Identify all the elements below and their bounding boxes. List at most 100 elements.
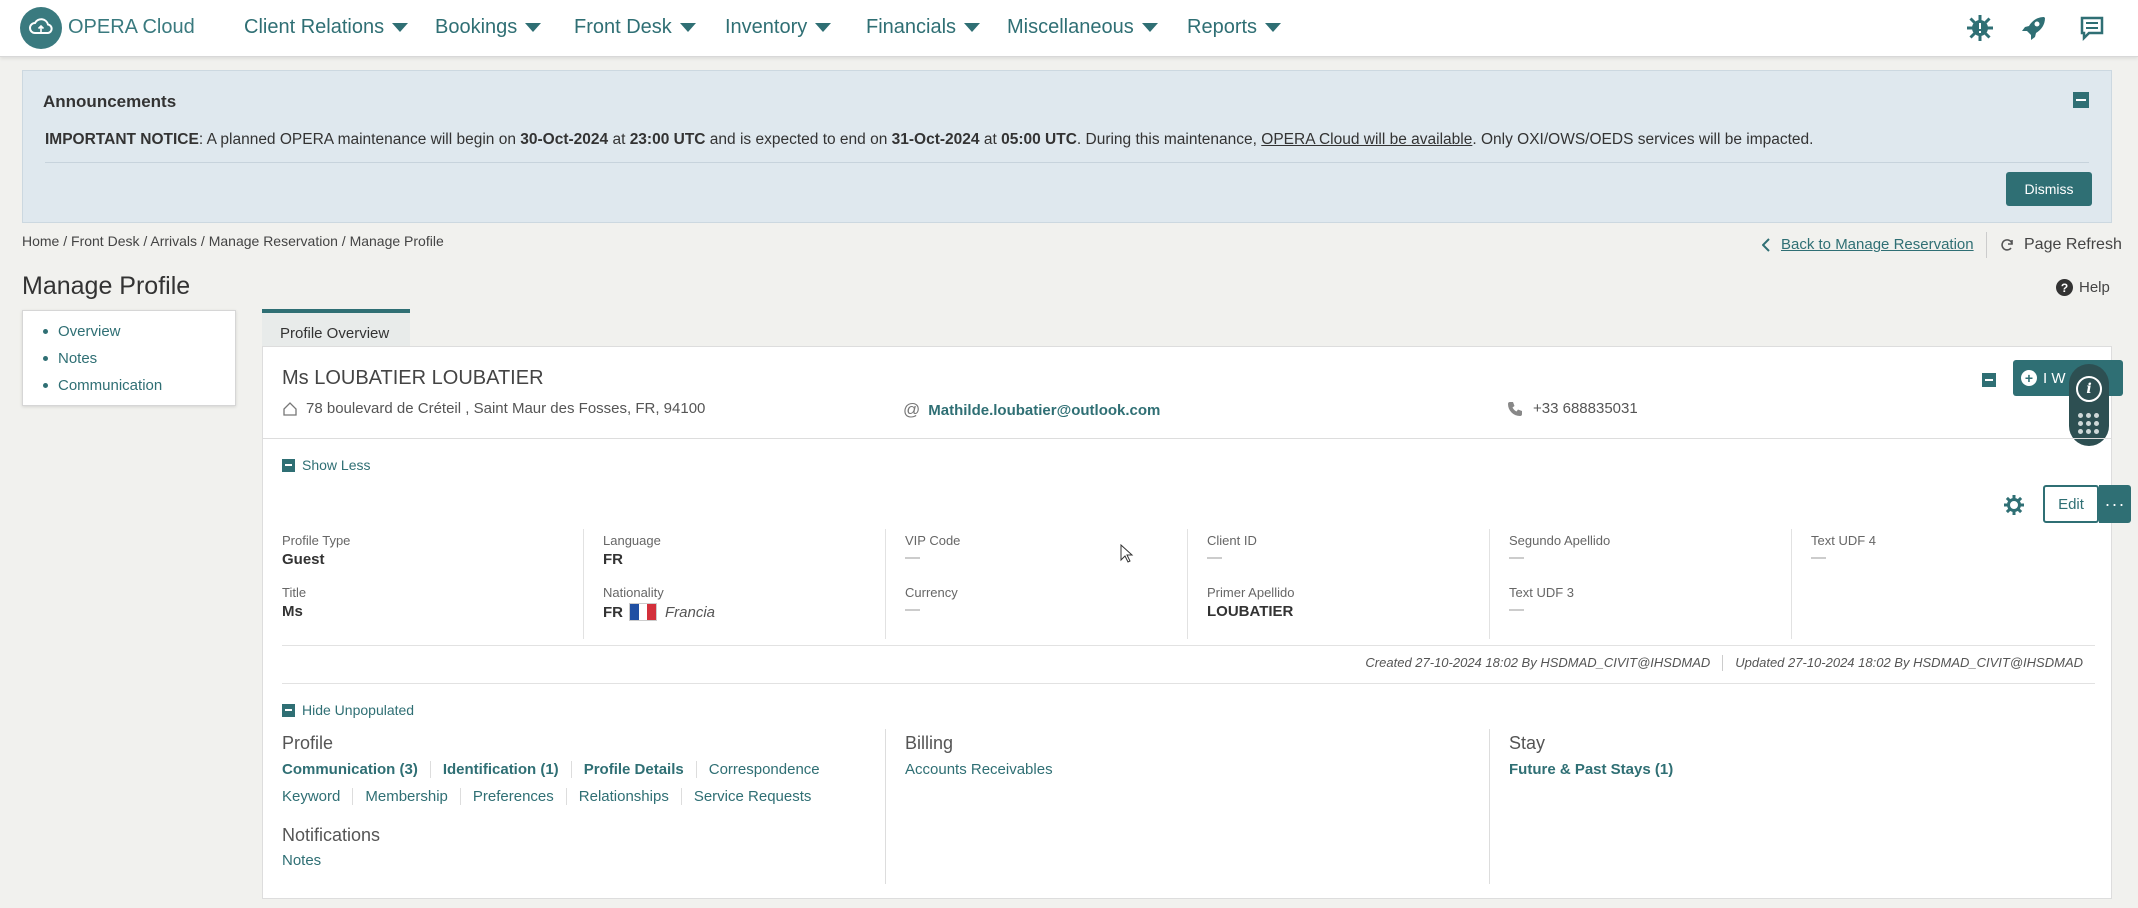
back-link-label: Back to Manage Reservation	[1781, 236, 1974, 253]
nav-inventory[interactable]: Inventory	[725, 16, 832, 39]
sidenav-item-overview[interactable]: Overview	[43, 323, 235, 340]
nav-label: Client Relations	[244, 16, 385, 38]
show-less-toggle[interactable]: Show Less	[282, 457, 370, 473]
created-info: Created 27-10-2024 18:02 By HSDMAD_CIVIT…	[1365, 655, 1711, 670]
link-profile-details[interactable]: Profile Details	[572, 761, 697, 778]
hide-unpopulated-label: Hide Unpopulated	[302, 702, 415, 718]
help-label: Help	[2079, 279, 2110, 296]
nav-financials[interactable]: Financials	[866, 16, 981, 39]
email-text: Mathilde.loubatier@outlook.com	[928, 401, 1161, 419]
link-relationships[interactable]: Relationships	[567, 788, 682, 805]
caret-down-icon	[815, 23, 832, 32]
field-label: Nationality	[603, 585, 664, 600]
field-language: Language FR	[603, 533, 661, 568]
floating-assist-widget[interactable]: i	[2069, 364, 2109, 446]
gear-icon[interactable]	[2003, 494, 2025, 516]
link-correspondence[interactable]: Correspondence	[697, 761, 832, 778]
availability-link[interactable]: OPERA Cloud will be available	[1261, 131, 1472, 148]
collapse-icon[interactable]	[1982, 373, 1996, 387]
address-text: 78 boulevard de Créteil , Saint Maur des…	[306, 400, 706, 417]
at-icon: @	[903, 400, 921, 419]
show-less-label: Show Less	[302, 457, 371, 473]
nav-label: Front Desk	[574, 16, 672, 38]
notice-text: : A planned OPERA maintenance will begin…	[198, 131, 521, 148]
virus-alert-icon[interactable]	[1964, 12, 1996, 44]
billing-links: Accounts Receivables	[905, 761, 1065, 778]
nav-bookings[interactable]: Bookings	[435, 16, 542, 39]
link-identification[interactable]: Identification (1)	[431, 761, 572, 778]
breadcrumb[interactable]: Home / Front Desk / Arrivals / Manage Re…	[22, 233, 444, 249]
phone: +33 688835031	[1507, 400, 1638, 417]
divider	[885, 529, 886, 639]
notice-text: . Only OXI/OWS/OEDS services will be imp…	[1472, 131, 1814, 148]
link-preferences[interactable]: Preferences	[461, 788, 567, 805]
caret-down-icon	[392, 23, 409, 32]
link-membership[interactable]: Membership	[353, 788, 461, 805]
nav-reports[interactable]: Reports	[1187, 16, 1282, 39]
address: 78 boulevard de Créteil , Saint Maur des…	[282, 400, 705, 417]
app-title[interactable]: OPERA Cloud	[68, 16, 195, 39]
sidenav-item-communication[interactable]: Communication	[43, 377, 235, 394]
field-title: Title Ms	[282, 585, 306, 620]
phone-icon	[1508, 401, 1522, 416]
nav-front-desk[interactable]: Front Desk	[574, 16, 696, 39]
field-value: —	[905, 549, 920, 566]
end-date: 31-Oct-2024	[891, 131, 980, 148]
guest-name: Ms LOUBATIER LOUBATIER	[282, 367, 544, 389]
link-accounts-receivables[interactable]: Accounts Receivables	[905, 761, 1065, 778]
section-stay-title: Stay	[1509, 733, 1546, 753]
sidenav-item-notes[interactable]: Notes	[43, 350, 235, 367]
info-icon[interactable]: i	[2076, 375, 2102, 402]
dismiss-button[interactable]: Dismiss	[2006, 172, 2092, 206]
link-notes[interactable]: Notes	[282, 852, 333, 869]
collapse-icon	[282, 458, 295, 472]
help-link[interactable]: ? Help	[2056, 279, 2110, 296]
edit-button[interactable]: Edit	[2043, 485, 2099, 523]
nav-label: Reports	[1187, 16, 1258, 38]
link-future-past-stays[interactable]: Future & Past Stays (1)	[1509, 761, 1685, 778]
notice-text: . During this maintenance,	[1076, 131, 1262, 148]
rocket-icon[interactable]	[2017, 12, 2049, 44]
keypad-icon[interactable]	[2078, 412, 2100, 435]
start-date: 30-Oct-2024	[520, 131, 609, 148]
more-actions-button[interactable]: ···	[2099, 485, 2131, 523]
field-value: —	[1509, 601, 1524, 618]
divider	[263, 438, 2111, 439]
nav-miscellaneous[interactable]: Miscellaneous	[1007, 16, 1158, 39]
nationality-country: Francia	[665, 603, 716, 621]
field-value: Ms	[282, 603, 303, 620]
divider	[1187, 529, 1188, 639]
hide-unpopulated-toggle[interactable]: Hide Unpopulated	[282, 702, 414, 718]
field-value: FR	[603, 551, 623, 568]
link-service-requests[interactable]: Service Requests	[682, 788, 824, 805]
nav-client-relations[interactable]: Client Relations	[244, 16, 409, 39]
link-keyword[interactable]: Keyword	[282, 788, 354, 805]
field-label: Currency	[905, 585, 958, 600]
divider	[885, 729, 886, 884]
field-client-id: Client ID —	[1207, 533, 1257, 566]
field-text-udf-3: Text UDF 3 —	[1509, 585, 1574, 618]
refresh-icon	[2001, 239, 2013, 251]
tab-profile-overview[interactable]: Profile Overview	[262, 309, 410, 347]
chat-icon[interactable]	[2076, 12, 2108, 44]
collapse-icon[interactable]	[2073, 92, 2089, 108]
back-to-manage-reservation-link[interactable]: Back to Manage Reservation	[1762, 236, 1974, 253]
field-segundo-apellido: Segundo Apellido —	[1509, 533, 1610, 566]
page-title: Manage Profile	[22, 272, 191, 300]
divider	[1722, 655, 1724, 671]
collapse-icon	[282, 703, 295, 717]
field-value: —	[1509, 549, 1524, 566]
profile-links-row-2: Keyword Membership Preferences Relations…	[282, 788, 823, 805]
divider	[1986, 232, 1987, 258]
caret-down-icon	[964, 23, 981, 32]
link-communication[interactable]: Communication (3)	[282, 761, 431, 778]
field-label: Text UDF 4	[1811, 533, 1877, 548]
opera-cloud-logo-icon[interactable]	[20, 7, 62, 49]
email[interactable]: @ Mathilde.loubatier@outlook.com	[903, 400, 1160, 420]
section-notifications-title: Notifications	[282, 825, 381, 845]
field-profile-type: Profile Type Guest	[282, 533, 350, 568]
field-label: Profile Type	[282, 533, 351, 548]
page-refresh-button[interactable]: Page Refresh	[2000, 236, 2122, 254]
profile-panel: Ms LOUBATIER LOUBATIER 78 boulevard de C…	[262, 346, 2131, 899]
field-value: —	[905, 601, 920, 618]
